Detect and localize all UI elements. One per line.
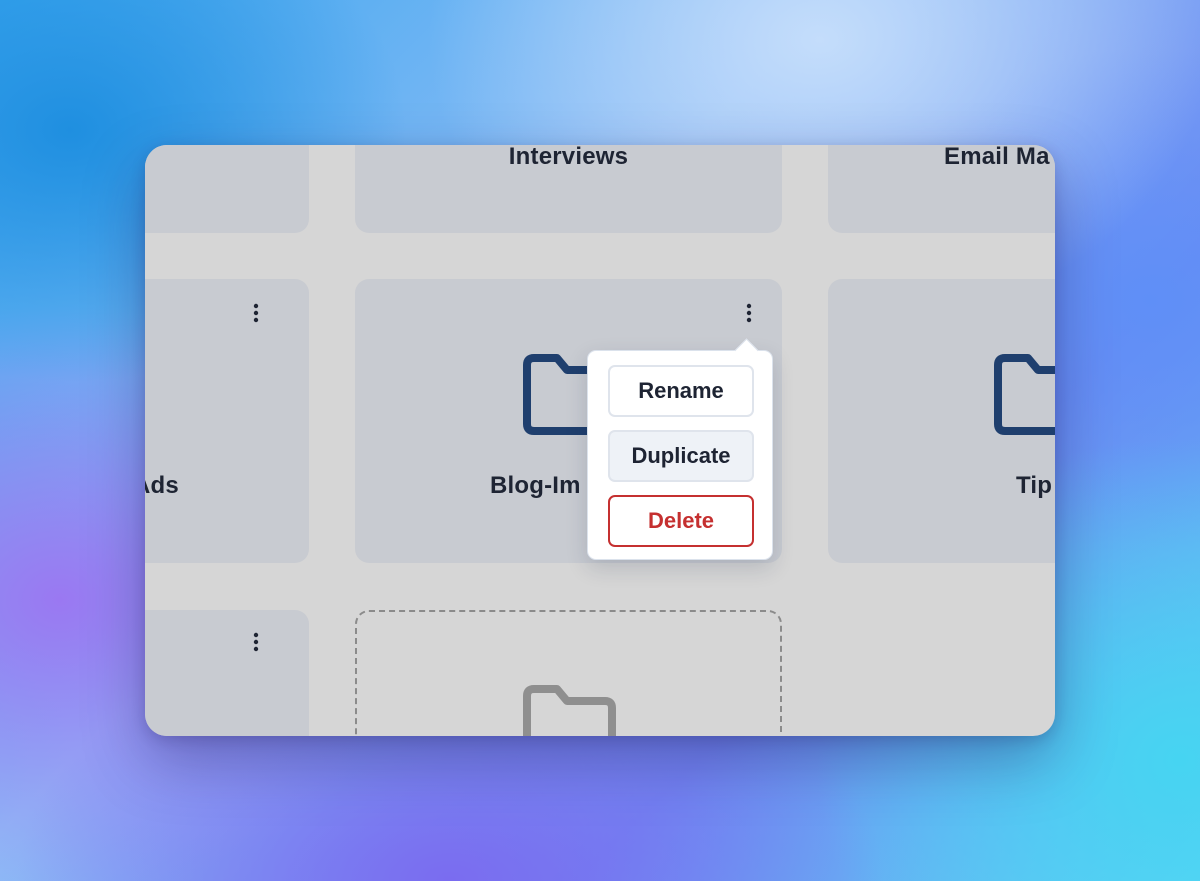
more-vertical-icon <box>253 632 259 652</box>
folder-context-menu: Rename Duplicate Delete <box>587 338 773 560</box>
duplicate-button[interactable]: Duplicate <box>608 430 754 482</box>
folder-grid-window: Interviews Email Ma Ads Blog-Im <box>145 145 1055 736</box>
rename-button[interactable]: Rename <box>608 365 754 417</box>
folder-outline-icon <box>523 685 616 736</box>
folder-card[interactable] <box>145 610 309 736</box>
folder-card-ads[interactable]: Ads <box>145 279 309 563</box>
folder-card-email[interactable]: Email Ma <box>828 145 1055 233</box>
folder-card-tip[interactable]: Tip <box>828 279 1055 563</box>
new-folder-card[interactable] <box>355 610 782 736</box>
folder-name: Ads <box>145 472 179 499</box>
more-vertical-icon <box>253 303 259 323</box>
delete-button[interactable]: Delete <box>608 495 754 547</box>
folder-icon <box>994 354 1055 435</box>
folder-name: Interviews <box>508 145 629 170</box>
more-vertical-icon <box>746 303 752 323</box>
folder-name: Tip <box>1016 472 1053 499</box>
folder-card[interactable] <box>145 145 309 233</box>
more-options-button[interactable] <box>244 628 268 656</box>
folder-name: Email Ma <box>944 145 1050 170</box>
more-options-button[interactable] <box>737 299 761 327</box>
folder-card-interviews[interactable]: Interviews <box>355 145 782 233</box>
folder-name: Blog-Im <box>490 472 581 499</box>
more-options-button[interactable] <box>244 299 268 327</box>
